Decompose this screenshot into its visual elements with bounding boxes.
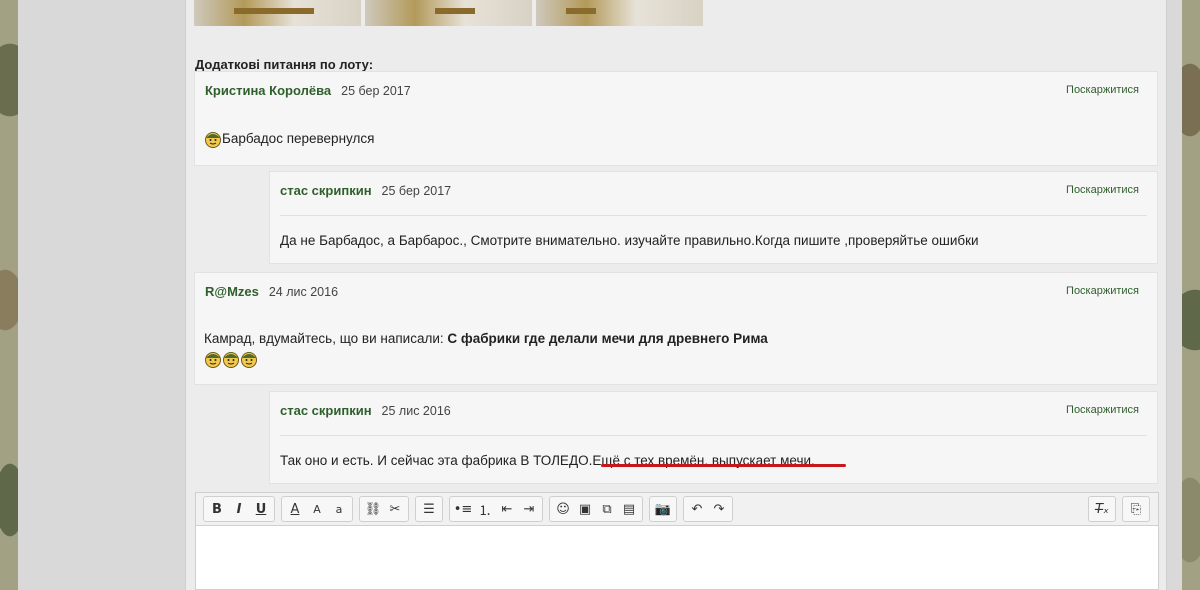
comment-author[interactable]: Кристина Королёва xyxy=(205,83,331,98)
divider xyxy=(280,215,1147,216)
list-group: •≡ ⒈ ⇤ ⇥ xyxy=(449,496,543,522)
clear-format-group: T̶ₓ xyxy=(1088,496,1116,522)
comment-reply: стас скрипкин 25 лис 2016 Поскаржитися Т… xyxy=(269,391,1158,484)
unlink-icon[interactable]: ✂ xyxy=(384,498,406,520)
bulleted-list-icon[interactable]: •≡ xyxy=(452,498,474,520)
soldier-smiley-icon xyxy=(205,352,221,369)
comment-body: Камрад, вдумайтесь, що ви написали: С фа… xyxy=(204,330,768,369)
comment-date: 25 лис 2016 xyxy=(381,404,451,418)
report-link[interactable]: Поскаржитися xyxy=(1066,404,1139,416)
link-group: ⛓ ✂ xyxy=(359,496,409,522)
comment-editor: B I U A A a ⛓ ✂ ☰ •≡ ⒈ ⇤ ⇥ ☺ ▣ ⧉ ▤ 📷 ↶ ↷… xyxy=(195,492,1159,590)
text-color-button[interactable]: A xyxy=(284,498,306,520)
lot-image-thumbnail[interactable] xyxy=(194,0,361,26)
indent-icon[interactable]: ⇥ xyxy=(518,498,540,520)
source-icon[interactable]: ⎘ xyxy=(1125,498,1147,520)
font-size-button[interactable]: A xyxy=(306,498,328,520)
report-link[interactable]: Поскаржитися xyxy=(1066,184,1139,196)
italic-button[interactable]: I xyxy=(228,498,250,520)
lot-image-thumbnail[interactable] xyxy=(365,0,532,26)
source-group: ⎘ xyxy=(1122,496,1150,522)
comment-date: 24 лис 2016 xyxy=(268,285,339,299)
comment-text: Барбадос перевернулся xyxy=(222,131,375,146)
format-group: B I U xyxy=(203,496,275,522)
report-link[interactable]: Поскаржитися xyxy=(1066,285,1139,297)
highlight-underline xyxy=(601,464,846,467)
comment-author[interactable]: R@Mzes xyxy=(205,284,259,299)
clear-format-icon[interactable]: T̶ₓ xyxy=(1091,498,1113,520)
emoji-icon[interactable]: ☺ xyxy=(552,498,574,520)
text-style-group: A A a xyxy=(281,496,353,522)
soldier-smiley-icon xyxy=(223,352,239,369)
comment-author[interactable]: стас скрипкин xyxy=(280,403,372,418)
report-link[interactable]: Поскаржитися xyxy=(1066,84,1139,96)
soldier-smiley-icon xyxy=(205,132,221,149)
comment-body: Так оно и есть. И сейчас эта фабрика В Т… xyxy=(280,453,815,468)
lot-image-thumbnails xyxy=(194,0,703,26)
comment-body: Да не Барбадос, а Барбарос., Смотрите вн… xyxy=(280,233,979,248)
page-break-icon[interactable]: ▤ xyxy=(618,498,640,520)
undo-icon[interactable]: ↶ xyxy=(686,498,708,520)
editor-input-area[interactable] xyxy=(196,526,1158,590)
underline-button[interactable]: U xyxy=(250,498,272,520)
divider xyxy=(280,435,1147,436)
comment-date: 25 бер 2017 xyxy=(381,184,452,198)
camera-icon[interactable]: 📷 xyxy=(652,498,674,520)
numbered-list-icon[interactable]: ⒈ xyxy=(474,498,496,520)
bold-button[interactable]: B xyxy=(206,498,228,520)
comment-text: Камрад, вдумайтесь, що ви написали: xyxy=(204,331,448,346)
comment: R@Mzes 24 лис 2016 Поскаржитися Камрад, … xyxy=(194,272,1158,385)
outdent-icon[interactable]: ⇤ xyxy=(496,498,518,520)
comment-author[interactable]: стас скрипкин xyxy=(280,183,372,198)
align-left-icon[interactable]: ☰ xyxy=(418,498,440,520)
section-title: Додаткові питання по лоту: xyxy=(195,57,374,72)
camera-group: 📷 xyxy=(649,496,677,522)
editor-toolbar: B I U A A a ⛓ ✂ ☰ •≡ ⒈ ⇤ ⇥ ☺ ▣ ⧉ ▤ 📷 ↶ ↷… xyxy=(196,493,1158,526)
content-page: Додаткові питання по лоту: Кристина Коро… xyxy=(185,0,1167,590)
history-group: ↶ ↷ xyxy=(683,496,733,522)
comment-reply: стас скрипкин 25 бер 2017 Поскаржитися Д… xyxy=(269,171,1158,264)
quoted-text: С фабрики где делали мечи для древнего Р… xyxy=(447,331,768,346)
comment: Кристина Королёва 25 бер 2017 Поскаржити… xyxy=(194,71,1158,166)
redo-icon[interactable]: ↷ xyxy=(708,498,730,520)
link-icon[interactable]: ⛓ xyxy=(362,498,384,520)
comment-date: 25 бер 2017 xyxy=(341,84,411,98)
image-icon[interactable]: ▣ xyxy=(574,498,596,520)
align-group: ☰ xyxy=(415,496,443,522)
gallery-icon[interactable]: ⧉ xyxy=(596,498,618,520)
lot-image-thumbnail[interactable] xyxy=(536,0,703,26)
soldier-smiley-icon xyxy=(241,352,257,369)
small-caps-button[interactable]: a xyxy=(328,498,350,520)
insert-group: ☺ ▣ ⧉ ▤ xyxy=(549,496,643,522)
comment-body: Барбадос перевернулся xyxy=(204,130,375,149)
